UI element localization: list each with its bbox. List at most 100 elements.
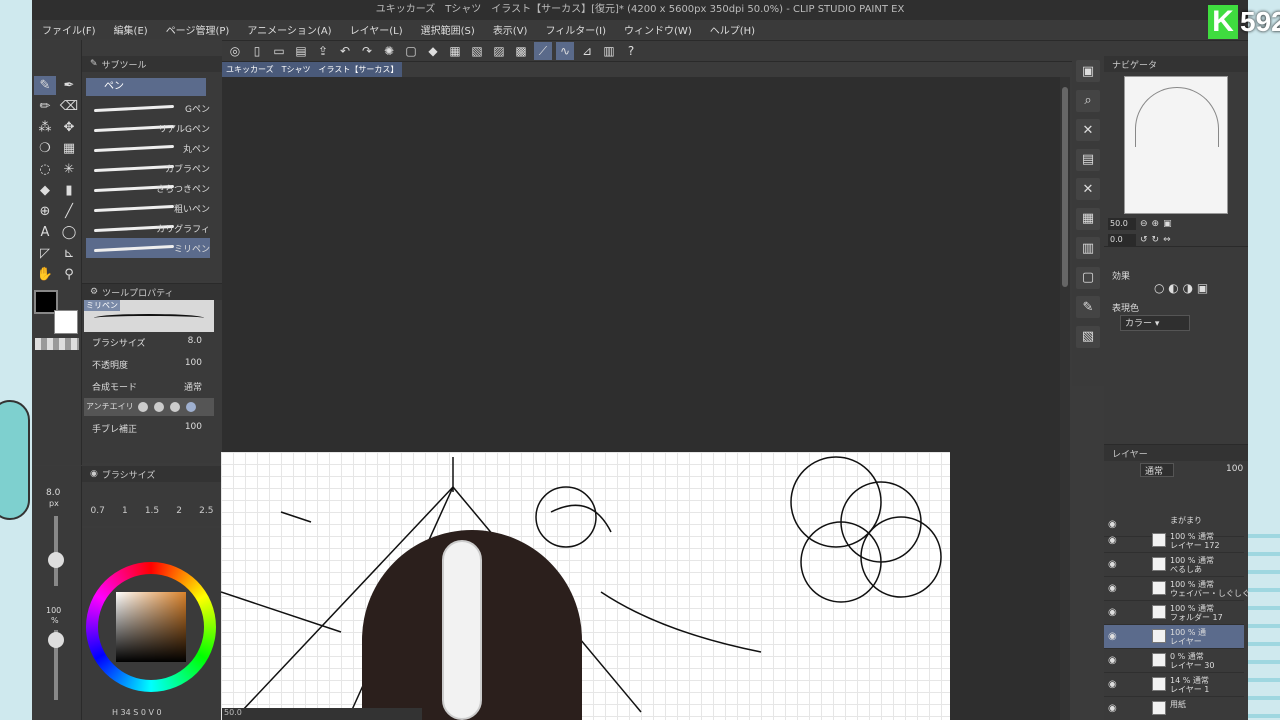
opacity-value[interactable]: 100 <box>185 358 202 368</box>
effect-buttons[interactable]: ○ ◐ ◑ ▣ <box>1154 281 1208 295</box>
menu-file[interactable]: ファイル(F) <box>42 22 96 37</box>
close-icon[interactable]: ✕ <box>1076 119 1100 141</box>
drawing-canvas[interactable] <box>221 452 950 720</box>
opacity-slider-knob[interactable] <box>48 632 64 648</box>
marker-tool-icon[interactable]: ✒ <box>58 76 80 95</box>
snap-special-icon[interactable]: ∿ <box>556 42 574 60</box>
blend-mode-select[interactable]: 通常 <box>184 380 202 393</box>
eye-icon[interactable]: ◉ <box>1108 655 1117 666</box>
menu-view[interactable]: 表示(V) <box>493 22 528 37</box>
zoom-in-icon[interactable]: ⊕ <box>1152 219 1160 229</box>
size-preset[interactable]: 1 <box>122 506 128 516</box>
snap-grid-icon[interactable]: ⊿ <box>578 42 596 60</box>
brush-item[interactable]: カリグラフィ <box>86 218 210 238</box>
hue-ring[interactable] <box>86 562 216 692</box>
layer-row[interactable]: ◉ 100 % 通常 レイヤー 172 <box>1104 529 1244 553</box>
brush-item[interactable]: Gペン <box>86 98 210 118</box>
stabilize-value[interactable]: 100 <box>185 422 202 432</box>
frame-tool-icon[interactable]: ◸ <box>34 244 56 263</box>
menu-window[interactable]: ウィンドウ(W) <box>624 22 692 37</box>
menu-filter[interactable]: フィルター(I) <box>545 22 606 37</box>
brush-size-value[interactable]: 8.0 <box>188 336 202 346</box>
layer-row-selected[interactable]: ◉ 100 % 通レイヤー <box>1104 625 1244 649</box>
aa-medium[interactable] <box>170 402 180 412</box>
open-folder-icon[interactable]: ▭ <box>270 42 288 60</box>
size-preset[interactable]: 1.5 <box>145 506 159 516</box>
crop-icon[interactable]: ▨ <box>490 42 508 60</box>
eye-icon[interactable]: ◉ <box>1108 703 1117 714</box>
close-icon[interactable]: ✕ <box>1076 178 1100 200</box>
fill-icon[interactable]: ◆ <box>424 42 442 60</box>
rotate-field[interactable]: 0.0 <box>1108 234 1136 246</box>
new-file-icon[interactable]: ▯ <box>248 42 266 60</box>
layer-row[interactable]: ◉ 0 % 通常 レイヤー 30 <box>1104 649 1244 673</box>
brush-item[interactable]: リアルGペン <box>86 118 210 138</box>
menu-animation[interactable]: アニメーション(A) <box>247 22 331 37</box>
aa-none[interactable] <box>138 402 148 412</box>
brush-item[interactable]: さらつきペン <box>86 178 210 198</box>
lasso-tool-icon[interactable]: ◌ <box>34 160 56 179</box>
line-tool-icon[interactable]: ╱ <box>58 202 80 221</box>
settings-doc-icon[interactable]: ▥ <box>600 42 618 60</box>
blend-mode-row[interactable]: 合成モード 通常 <box>92 380 212 396</box>
pen-tool-icon[interactable]: ✎ <box>34 76 56 95</box>
move-tool-icon[interactable]: ✥ <box>58 118 80 137</box>
flip-icon[interactable]: ⇔ <box>1163 235 1171 245</box>
invert-icon[interactable]: ▩ <box>512 42 530 60</box>
eye-icon[interactable]: ◉ <box>1108 607 1117 618</box>
transparent-color-swatch[interactable] <box>35 338 79 350</box>
layer-blend-select[interactable]: 通常 <box>1140 463 1174 477</box>
layer-row[interactable]: ◉ 100 % 通常 フォルダー 17 <box>1104 601 1244 625</box>
rotate-right-icon[interactable]: ↻ <box>1152 235 1160 245</box>
save-icon[interactable]: ▤ <box>1076 148 1100 171</box>
brush-item-selected[interactable]: ミリペン <box>86 238 210 258</box>
antialias-row[interactable]: アンチエイリ <box>84 398 214 416</box>
saturation-value-square[interactable] <box>116 592 186 662</box>
fill-tool-icon[interactable]: ◆ <box>34 181 56 200</box>
clip-studio-icon[interactable]: ◎ <box>226 42 244 60</box>
zoom-tool-icon[interactable]: ⊕ <box>34 202 56 221</box>
sub-view-icon[interactable]: ▢ <box>1076 266 1100 289</box>
stabilize-row[interactable]: 手ブレ補正 100 <box>92 422 212 438</box>
help-icon[interactable]: ? <box>622 42 640 60</box>
save-icon[interactable]: ▤ <box>292 42 310 60</box>
ruler-tool-icon[interactable]: ⊾ <box>58 244 80 263</box>
document-tab[interactable]: ユキッカーズ Tシャツ イラスト【サーカス】[復元]* ✕ <box>222 62 402 89</box>
fit-icon[interactable]: ▣ <box>1163 219 1172 229</box>
edit-icon[interactable]: ✎ <box>1076 296 1100 318</box>
gradient-tool-icon[interactable]: ▮ <box>58 181 80 200</box>
eyedropper-tool-icon[interactable]: ⚲ <box>58 265 80 284</box>
brush-item[interactable]: 丸ペン <box>86 138 210 158</box>
size-preset[interactable]: 2.5 <box>199 506 213 516</box>
search-icon[interactable]: ⌕ <box>1076 89 1100 112</box>
brush-size-row[interactable]: ブラシサイズ 8.0 <box>92 336 212 352</box>
undo-icon[interactable]: ↶ <box>336 42 354 60</box>
redo-icon[interactable]: ↷ <box>358 42 376 60</box>
transform-icon[interactable]: ▦ <box>446 42 464 60</box>
upload-icon[interactable]: ⇪ <box>314 42 332 60</box>
layer-row[interactable]: ◉ 14 % 通常 レイヤー 1 <box>1104 673 1244 697</box>
size-slider[interactable] <box>54 516 58 586</box>
history-icon[interactable]: ▥ <box>1076 237 1100 259</box>
layer-property-icon[interactable]: ▦ <box>1076 207 1100 230</box>
eye-icon[interactable]: ◉ <box>1108 679 1117 690</box>
sub-color-swatch[interactable] <box>54 310 78 334</box>
pencil-tool-icon[interactable]: ✏ <box>34 97 56 116</box>
eye-icon[interactable]: ◉ <box>1108 559 1117 570</box>
canvas-scrollbar[interactable] <box>1060 77 1070 720</box>
aa-strong[interactable] <box>186 402 196 412</box>
eye-icon[interactable]: ◉ <box>1108 583 1117 594</box>
eye-icon[interactable]: ◉ <box>1108 631 1117 642</box>
blend-tool-icon[interactable]: ❍ <box>34 139 56 158</box>
decoration-tool-icon[interactable]: ⁂ <box>34 118 56 137</box>
brush-item[interactable]: 粗いペン <box>86 198 210 218</box>
menu-page[interactable]: ページ管理(P) <box>166 22 230 37</box>
zoom-out-icon[interactable]: ⊖ <box>1140 219 1148 229</box>
material-icon[interactable]: ▣ <box>1076 60 1100 82</box>
scrollbar-thumb[interactable] <box>1062 87 1068 287</box>
size-slider-knob[interactable] <box>48 552 64 568</box>
navigator-thumbnail[interactable] <box>1124 76 1228 214</box>
layer-row[interactable]: ◉ 100 % 通常 べるしあ <box>1104 553 1244 577</box>
eraser-tool-icon[interactable]: ⌫ <box>58 97 80 116</box>
expression-color-select[interactable]: カラー ▾ <box>1120 315 1190 331</box>
